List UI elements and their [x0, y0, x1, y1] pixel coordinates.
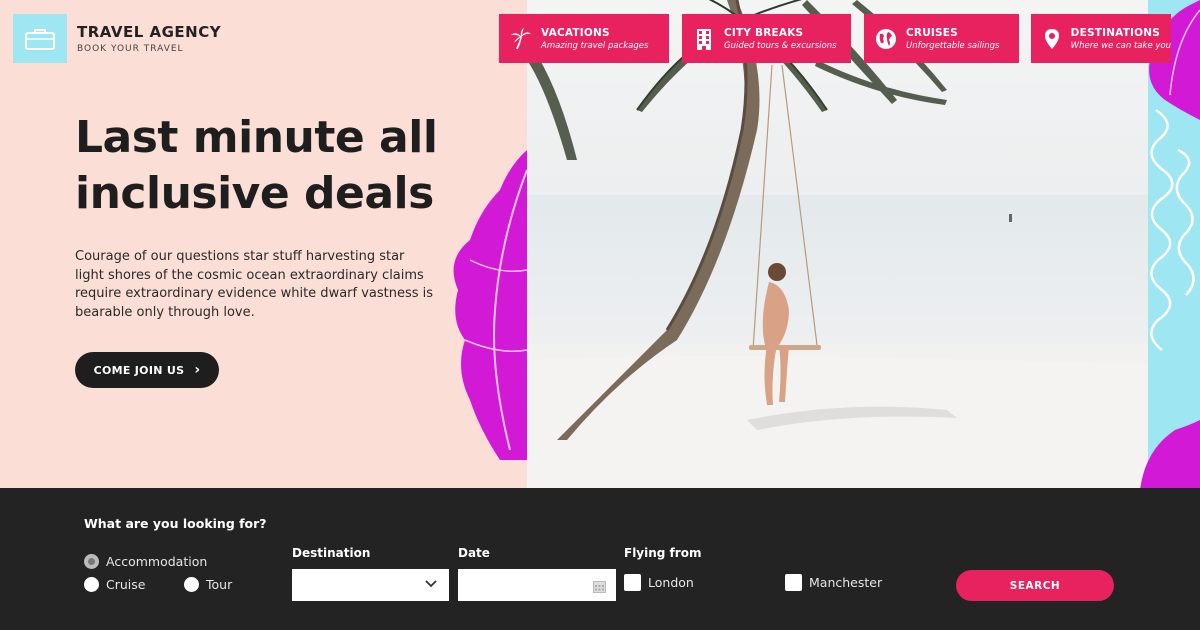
hero-description: Courage of our questions star stuff harv… [75, 249, 434, 320]
checkbox-manchester[interactable]: Manchester [785, 574, 882, 591]
brand-subtitle: BOOK YOUR TRAVEL [77, 44, 184, 54]
radio-unchecked-icon [184, 577, 199, 592]
flying-from-label: Flying from [624, 546, 702, 560]
nav-item-cruises[interactable]: CRUISES Unforgettable sailings [864, 14, 1019, 63]
beach-swing-photo [527, 0, 1148, 488]
briefcase-icon [13, 14, 67, 63]
nav-item-destinations[interactable]: DESTINATIONS Where we can take you [1031, 14, 1171, 63]
headline-line-2: inclusive deals [75, 168, 434, 219]
checkbox-icon [624, 574, 641, 591]
nav-item-vacations[interactable]: VACATIONS Amazing travel packages [499, 14, 669, 63]
main-nav: VACATIONS Amazing travel packages CITY B… [499, 14, 1171, 63]
chevron-down-icon [425, 577, 437, 591]
radio-unchecked-icon [84, 577, 99, 592]
brand-title: TRAVEL AGENCY [77, 23, 222, 41]
radio-label: Cruise [106, 577, 146, 592]
radio-label: Accommodation [106, 554, 208, 569]
nav-title: CRUISES [906, 26, 958, 39]
checkbox-london[interactable]: London [624, 574, 694, 591]
brand-logo[interactable]: TRAVEL AGENCY BOOK YOUR TRAVEL [13, 14, 221, 63]
globe-icon [874, 27, 898, 51]
building-icon [692, 27, 716, 51]
headline-line-1: Last minute all [75, 112, 438, 163]
hero-section: TRAVEL AGENCY BOOK YOUR TRAVEL VACATIONS… [0, 0, 1200, 488]
come-join-us-button[interactable]: COME JOIN US › [75, 352, 219, 388]
calendar-icon[interactable] [593, 578, 606, 597]
radio-cruise[interactable]: Cruise [84, 577, 145, 592]
radio-label: Tour [206, 577, 233, 592]
nav-subtitle: Where we can take you [1070, 40, 1171, 51]
date-input[interactable] [458, 569, 616, 601]
nav-subtitle: Unforgettable sailings [906, 40, 1000, 51]
nav-title: CITY BREAKS [724, 26, 804, 39]
nav-title: DESTINATIONS [1070, 26, 1161, 39]
search-title: What are you looking for? [84, 516, 267, 531]
magenta-leaf-bottom-right [1140, 420, 1200, 488]
chevron-right-icon: › [194, 362, 201, 378]
date-label: Date [458, 546, 490, 560]
palm-tree-icon [509, 27, 533, 51]
radio-accommodation[interactable]: Accommodation [84, 554, 207, 569]
radio-tour[interactable]: Tour [184, 577, 232, 592]
radio-checked-icon [84, 554, 99, 569]
cta-label: COME JOIN US [93, 363, 185, 377]
nav-title: VACATIONS [541, 26, 610, 39]
hero-headline: Last minute all inclusive deals [75, 110, 515, 222]
checkbox-label: London [648, 575, 694, 590]
checkbox-icon [785, 574, 802, 591]
checkbox-label: Manchester [809, 575, 883, 590]
nav-subtitle: Amazing travel packages [541, 40, 649, 51]
search-button[interactable]: SEARCH [956, 570, 1114, 601]
map-pin-icon [1041, 27, 1063, 51]
destination-select[interactable] [292, 569, 449, 601]
nav-subtitle: Guided tours & excursions [724, 40, 837, 51]
search-panel: What are you looking for? Accommodation … [0, 488, 1200, 630]
destination-label: Destination [292, 546, 371, 560]
nav-item-city-breaks[interactable]: CITY BREAKS Guided tours & excursions [682, 14, 851, 63]
